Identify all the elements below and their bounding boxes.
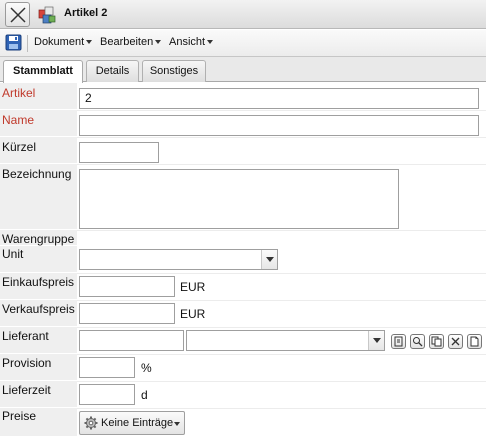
provision-field[interactable] [79,357,135,378]
warengruppe-label: Warengruppe [2,232,75,246]
close-button[interactable] [5,2,30,27]
save-icon[interactable] [5,34,22,51]
chevron-down-icon [155,40,162,45]
new-document-button[interactable] [467,334,482,349]
lieferant-label: Lieferant [2,329,49,343]
gear-icon [84,416,98,430]
kuerzel-field[interactable] [79,142,159,163]
chevron-down-icon[interactable] [368,331,384,350]
row-divider [77,230,486,231]
verkaufspreis-unit: EUR [180,307,206,321]
open-detail-icon [394,336,403,347]
row-divider [77,408,486,409]
provision-unit: % [141,361,152,375]
chevron-down-icon[interactable] [261,250,277,269]
row-divider [77,273,486,274]
lieferant-id-field[interactable] [79,330,184,351]
row-divider [77,164,486,165]
artikel-field[interactable]: 2 [79,88,479,109]
row-divider [77,110,486,111]
unit-select[interactable] [79,249,278,270]
tab-details[interactable]: Details [86,60,139,82]
menu-dokument-label: Dokument [34,36,85,48]
tab-stammblatt-label: Stammblatt [13,65,73,77]
row-divider [77,381,486,382]
bezeichnung-label: Bezeichnung [2,167,72,181]
lieferzeit-label: Lieferzeit [2,383,51,397]
row-divider [77,137,486,138]
open-detail-button[interactable] [391,334,406,349]
search-icon [413,337,423,347]
preise-label: Preise [2,409,37,423]
einkaufspreis-unit: EUR [180,280,206,294]
window-title: Artikel 2 [64,7,108,19]
name-field[interactable] [79,115,479,136]
tab-stammblatt[interactable]: Stammblatt [3,60,83,83]
close-icon [10,7,26,23]
chevron-down-icon [207,40,214,45]
copy-icon [431,336,442,347]
artikel-label: Artikel [2,86,36,100]
copy-button[interactable] [429,334,444,349]
menubar: Dokument Bearbeiten Ansicht [0,30,486,57]
tab-sonstiges-label: Sonstiges [149,65,199,77]
preise-dropdown-button[interactable]: Keine Einträge [79,411,185,435]
search-button[interactable] [410,334,425,349]
menu-ansicht[interactable]: Ansicht [169,36,214,48]
chevron-down-icon [86,40,93,45]
row-divider [77,354,486,355]
kuerzel-label: Kürzel [2,140,37,154]
tab-sonstiges[interactable]: Sonstiges [142,60,206,82]
name-label: Name [2,113,35,127]
lieferzeit-field[interactable] [79,384,135,405]
new-document-icon [470,336,479,347]
preise-button-label: Keine Einträge [101,417,174,429]
lieferant-select[interactable] [186,330,385,351]
menu-bearbeiten-label: Bearbeiten [100,36,154,48]
einkaufspreis-field[interactable] [79,276,175,297]
provision-label: Provision [2,356,52,370]
menu-dokument[interactable]: Dokument [34,36,93,48]
lieferzeit-unit: d [141,388,148,402]
einkaufspreis-label: Einkaufspreis [2,275,75,289]
stammblatt-form: Artikel 2 Name Kürzel Bezeichnung Wareng… [0,83,486,437]
bezeichnung-textarea[interactable] [79,169,399,229]
menu-bearbeiten[interactable]: Bearbeiten [100,36,162,48]
unit-label: Unit [2,247,24,261]
clear-icon [451,337,460,346]
row-divider [77,327,486,328]
clear-button[interactable] [448,334,463,349]
verkaufspreis-label: Verkaufspreis [2,302,75,316]
menu-ansicht-label: Ansicht [169,36,206,48]
articles-app-icon [38,6,56,24]
tab-strip: Stammblatt Details Sonstiges [0,57,486,83]
chevron-down-icon [174,422,180,426]
tab-details-label: Details [95,65,130,77]
window-titlebar: Artikel 2 [0,0,486,29]
menu-separator [27,35,28,52]
artikel-value: 2 [85,91,92,105]
row-divider [77,300,486,301]
verkaufspreis-field[interactable] [79,303,175,324]
